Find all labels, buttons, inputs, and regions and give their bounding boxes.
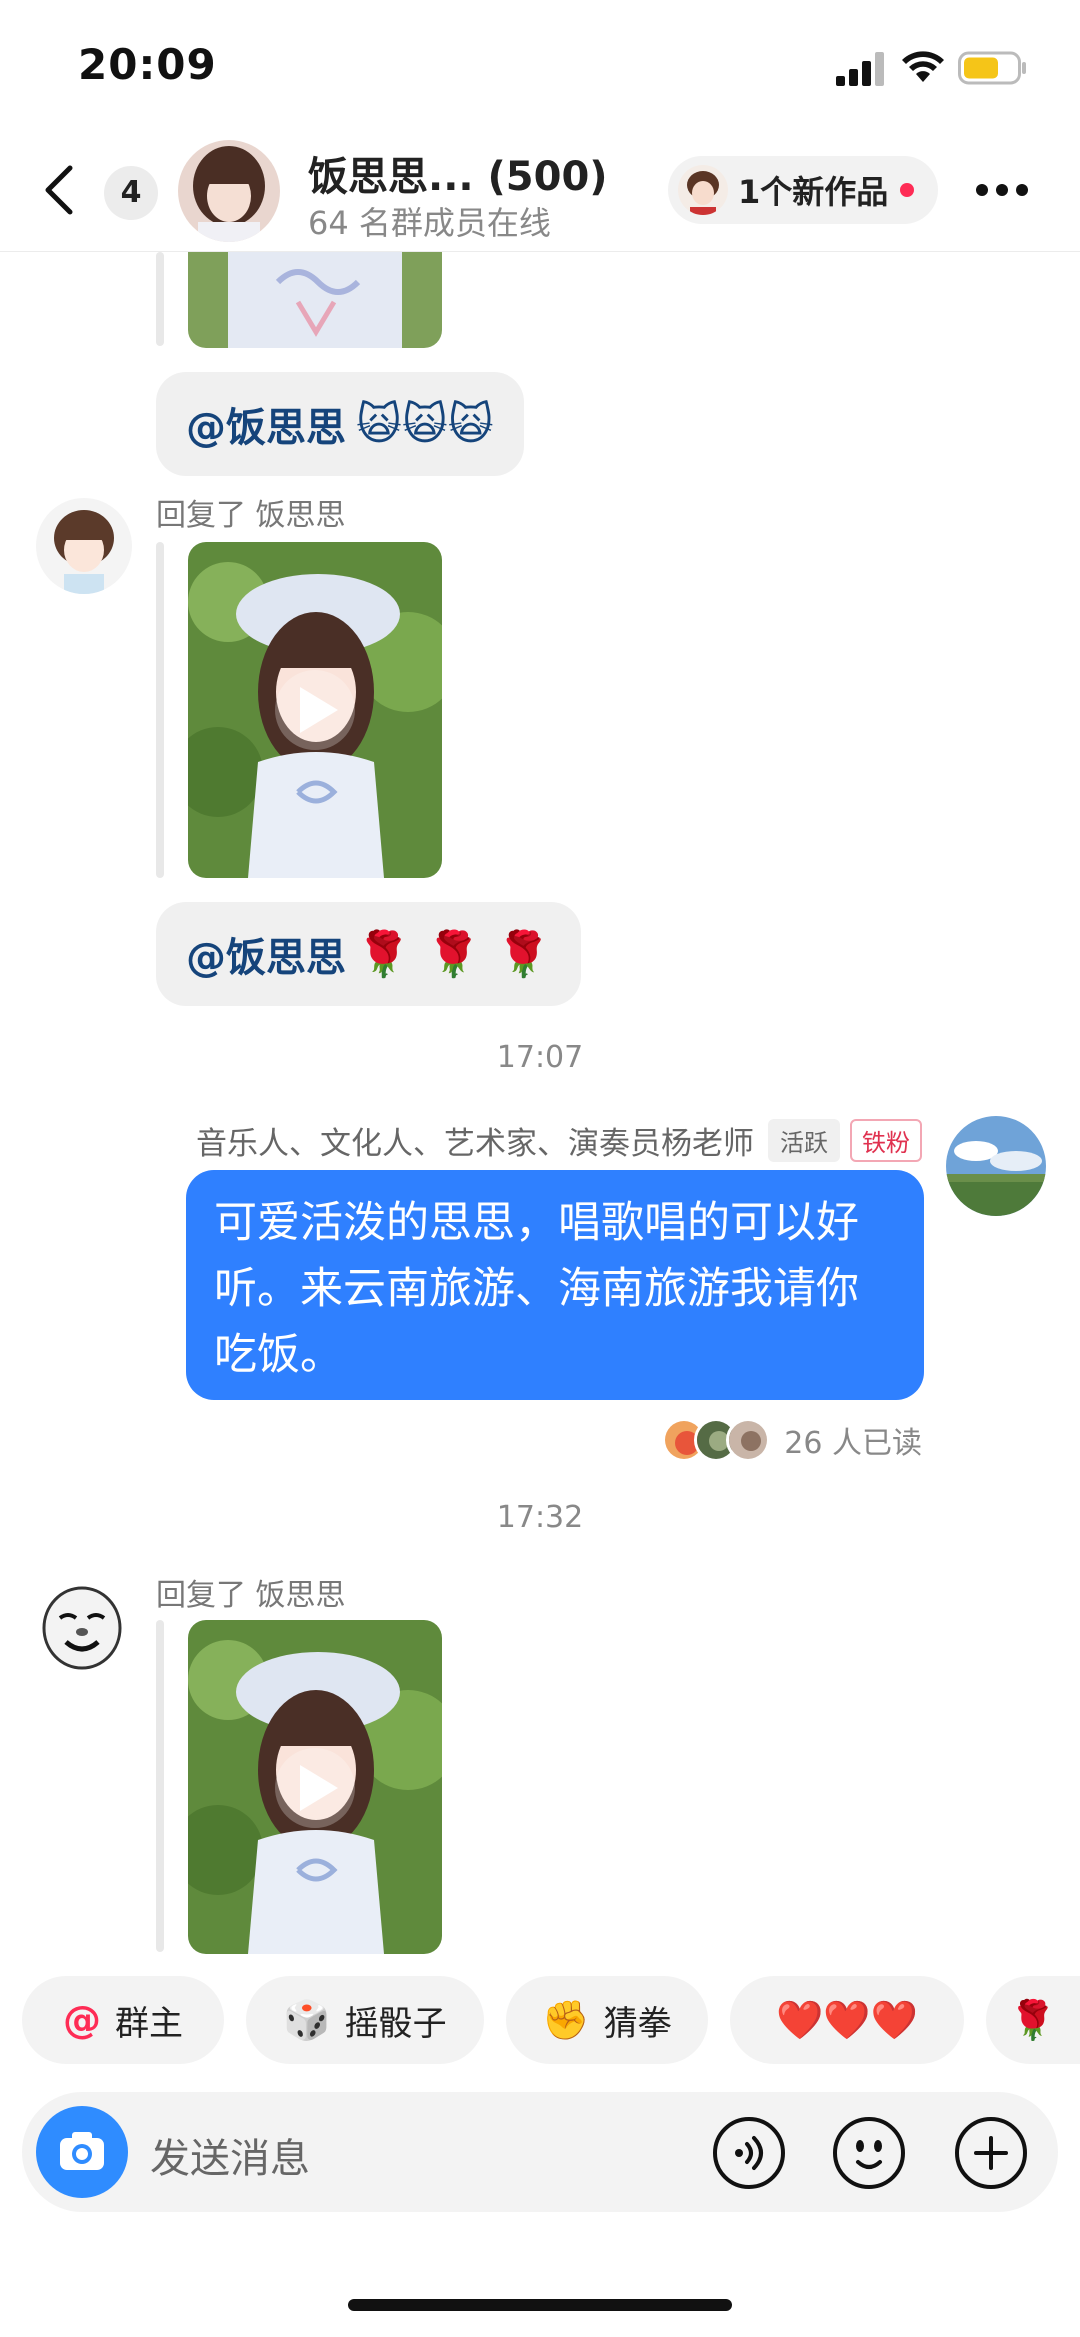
message-timestamp: 17:07 xyxy=(496,1040,584,1075)
crying-cat-emoji: 🙀🙀🙀 xyxy=(356,398,494,450)
sender-avatar-meme-face[interactable] xyxy=(32,1576,132,1676)
mention-message-1[interactable]: @饭思思 🙀🙀🙀 xyxy=(156,372,524,476)
new-works-avatar xyxy=(678,165,728,215)
quick-reply-label: 摇骰子 xyxy=(344,2003,447,2044)
quote-bar xyxy=(156,1620,164,1952)
reply-label: 回复了 饭思思 xyxy=(156,1578,346,1613)
read-count: 26 人已读 xyxy=(784,1426,922,1461)
dice-icon: 🎲 xyxy=(283,1997,331,2042)
quick-reply-rock-paper-scissors[interactable]: ✊ 猜拳 xyxy=(506,1976,708,2064)
quick-reply-hearts[interactable]: ❤️❤️❤️ xyxy=(730,1976,964,2064)
fan-badge: 铁粉 xyxy=(850,1119,922,1162)
voice-icon[interactable] xyxy=(712,2116,786,2190)
quick-reply-dice[interactable]: 🎲 摇骰子 xyxy=(246,1976,484,2064)
quick-reply-rose[interactable]: 🌹 xyxy=(986,1976,1080,2064)
new-works-button[interactable]: 1个新作品 xyxy=(668,156,939,224)
new-works-label: 1个新作品 xyxy=(738,173,889,211)
quote-bar xyxy=(156,252,164,346)
rose-emoji: 🌹 🌹 🌹 xyxy=(356,929,551,980)
cellular-signal-icon xyxy=(836,52,884,86)
more-options-icon[interactable] xyxy=(974,182,1030,198)
home-indicator[interactable] xyxy=(348,2299,732,2311)
quick-reply-group-owner[interactable]: @ 群主 xyxy=(22,1976,224,2064)
mention-message-2[interactable]: @饭思思 🌹 🌹 🌹 xyxy=(156,902,581,1006)
outgoing-message-bubble[interactable]: 可爱活泼的思思，唱歌唱的可以好听。来云南旅游、海南旅游我请你吃饭。 xyxy=(186,1170,924,1400)
reader-avatar xyxy=(726,1418,771,1462)
mention-text: @饭思思 xyxy=(186,935,346,981)
plus-icon[interactable] xyxy=(954,2116,1028,2190)
rose-icon: 🌹 xyxy=(1009,1997,1057,2042)
video-thumbnail[interactable] xyxy=(188,1620,442,1954)
group-name[interactable]: 饭思思... (500) xyxy=(308,144,608,202)
camera-button[interactable] xyxy=(36,2106,128,2198)
reply-label: 回复了 饭思思 xyxy=(156,498,346,533)
unread-count-badge[interactable]: 4 xyxy=(104,166,158,220)
battery-icon xyxy=(958,51,1026,85)
quick-reply-bar: @ 群主 🎲 摇骰子 ✊ 猜拳 ❤️❤️❤️ 🌹 xyxy=(0,1976,1080,2066)
read-receipts[interactable]: 26 人已读 xyxy=(662,1418,922,1462)
video-thumbnail[interactable] xyxy=(188,542,442,878)
at-icon: @ xyxy=(63,1998,101,2042)
message-input-bar: 发送消息 xyxy=(22,2092,1058,2212)
active-badge: 活跃 xyxy=(768,1119,840,1162)
quick-reply-label: 猜拳 xyxy=(603,2003,672,2044)
status-bar: 20:09 xyxy=(0,0,1080,130)
camera-icon xyxy=(60,2132,104,2170)
sender-name[interactable]: 音乐人、文化人、艺术家、演奏员杨老师 xyxy=(196,1118,754,1163)
fist-icon: ✊ xyxy=(542,1997,590,2042)
sender-info: 音乐人、文化人、艺术家、演奏员杨老师 活跃 铁粉 xyxy=(196,1118,922,1163)
online-members-text: 64 名群成员在线 xyxy=(308,204,551,242)
message-timestamp: 17:32 xyxy=(496,1500,584,1535)
group-avatar[interactable] xyxy=(178,140,280,242)
sender-avatar-landscape[interactable] xyxy=(946,1116,1046,1216)
new-works-dot xyxy=(900,183,915,197)
message-input[interactable]: 发送消息 xyxy=(150,2126,310,2184)
quote-bar xyxy=(156,542,164,878)
video-thumbnail[interactable] xyxy=(188,252,442,348)
quick-reply-label: 群主 xyxy=(115,2003,183,2044)
status-time: 20:09 xyxy=(78,40,217,89)
sender-avatar-anime-boy[interactable] xyxy=(36,498,132,594)
wifi-icon xyxy=(902,51,944,82)
chat-header: 4 饭思思... (500) 64 名群成员在线 1个新作品 xyxy=(0,130,1080,252)
back-arrow-icon[interactable] xyxy=(40,160,80,220)
mention-text: @饭思思 xyxy=(186,405,346,451)
emoji-icon[interactable] xyxy=(832,2116,906,2190)
hearts-emoji: ❤️❤️❤️ xyxy=(776,1997,918,2042)
